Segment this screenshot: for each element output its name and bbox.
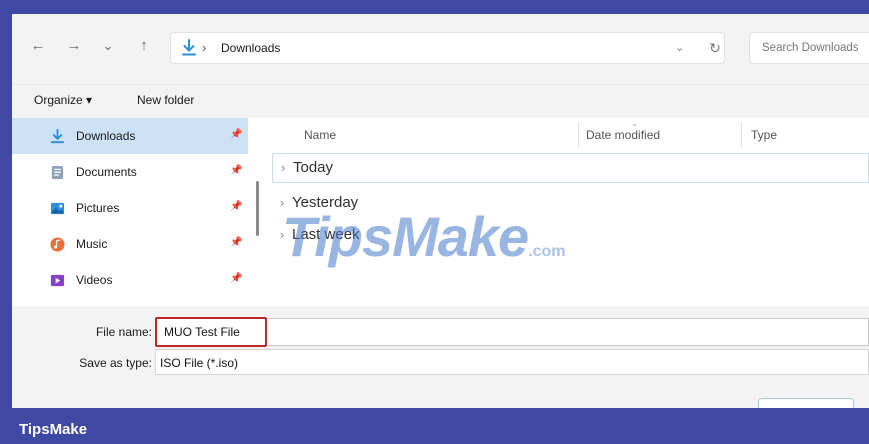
sidebar-item-label: Pictures (76, 201, 120, 215)
column-divider[interactable] (578, 122, 579, 148)
pin-icon: 📌 (230, 237, 243, 248)
search-input[interactable]: Search Downloads (749, 32, 869, 64)
brand-name: TipsMake (19, 421, 88, 438)
sidebar-item-label: Downloads (76, 129, 136, 143)
save-form: File name: MUO Test File Save as type: I… (12, 306, 869, 408)
back-arrow-icon[interactable]: ← (28, 34, 48, 58)
document-icon (51, 165, 64, 180)
download-icon (182, 39, 196, 56)
new-folder-button[interactable]: New folder (137, 93, 194, 107)
file-name-highlight (155, 317, 267, 347)
pin-icon: 📌 (230, 201, 243, 212)
recent-locations-chevron-down-icon[interactable]: ⌄ (100, 34, 116, 58)
brand-bar: TipsMake (0, 408, 869, 444)
file-name-label: File name: (95, 325, 152, 339)
watermark: TipsMake.com (282, 204, 566, 269)
download-icon (50, 129, 65, 144)
save-as-type-select[interactable]: ISO File (*.iso) (155, 349, 869, 375)
save-as-dialog: ← → ⌄ ↑ › Downloads ⌄ ↻ Search Downloads… (12, 14, 869, 408)
group-header-today[interactable]: › Today (272, 153, 869, 183)
save-as-type-label: Save as type: (79, 356, 152, 370)
navigation-bar: ← → ⌄ ↑ › Downloads ⌄ ↻ Search Downloads (12, 14, 869, 76)
videos-icon (50, 274, 65, 287)
pin-icon: 📌 (230, 129, 243, 140)
watermark-suffix: .com (528, 243, 566, 260)
pin-icon: 📌 (230, 273, 243, 284)
sidebar-item-label: Documents (76, 165, 137, 179)
column-header-name[interactable]: Name (304, 128, 336, 142)
search-placeholder: Search Downloads (762, 42, 859, 54)
column-header-date-modified[interactable]: Date modified (586, 128, 660, 142)
chevron-right-icon: › (281, 160, 286, 175)
sidebar-item-music[interactable]: Music 📌 (12, 226, 248, 262)
sidebar-item-label: Music (76, 237, 108, 251)
command-bar: Organize ▾ New folder (12, 84, 869, 116)
organize-button[interactable]: Organize ▾ (34, 93, 92, 107)
save-as-type-value: ISO File (*.iso) (160, 356, 239, 370)
sidebar-item-downloads[interactable]: Downloads 📌 (12, 118, 248, 154)
breadcrumb-separator: › (202, 40, 207, 55)
column-divider[interactable] (741, 122, 742, 148)
sidebar-item-videos[interactable]: Videos 📌 (12, 262, 248, 298)
sidebar-scrollbar[interactable] (256, 181, 259, 236)
navigation-pane: Downloads 📌 Documents 📌 Pictures 📌 Music… (12, 118, 264, 306)
column-header-type[interactable]: Type (751, 128, 777, 142)
pictures-icon (50, 202, 65, 215)
save-button[interactable] (758, 398, 854, 408)
address-bar[interactable]: › Downloads ⌄ (170, 32, 725, 64)
refresh-icon[interactable]: ↻ (702, 32, 728, 64)
sidebar-item-pictures[interactable]: Pictures 📌 (12, 190, 248, 226)
up-arrow-icon[interactable]: ↑ (134, 34, 154, 58)
address-dropdown-chevron-icon[interactable]: ⌄ (675, 41, 684, 54)
sidebar-item-label: Videos (76, 273, 113, 287)
pin-icon: 📌 (230, 165, 243, 176)
music-icon (50, 237, 65, 252)
breadcrumb-downloads[interactable]: Downloads (221, 41, 280, 55)
group-label: Today (293, 159, 334, 176)
sidebar-item-documents[interactable]: Documents 📌 (12, 154, 248, 190)
forward-arrow-icon[interactable]: → (64, 34, 84, 58)
watermark-text: TipsMake (282, 205, 529, 268)
